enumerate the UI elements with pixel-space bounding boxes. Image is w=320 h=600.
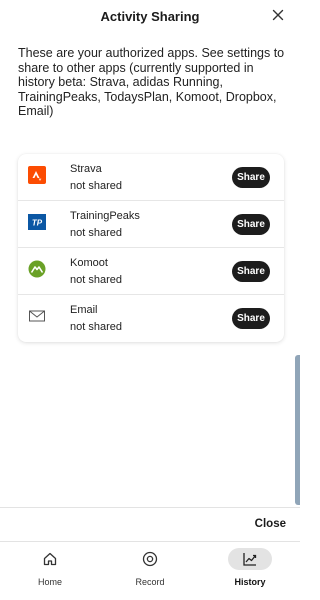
nav-item-home[interactable]: Home <box>10 548 90 596</box>
nav-label: Record <box>135 577 165 587</box>
share-button-trainingpeaks[interactable]: Share <box>232 214 270 235</box>
app-share-status: not shared <box>70 274 122 286</box>
nav-item-record[interactable]: Record <box>110 548 190 596</box>
share-button-komoot[interactable]: Share <box>232 261 270 282</box>
authorized-apps-list: Strava not shared Share TP TrainingPeaks… <box>18 154 284 342</box>
app-name: TrainingPeaks <box>70 210 140 222</box>
dialog-title: Activity Sharing <box>100 9 200 24</box>
trainingpeaks-logo-icon: TP <box>28 214 46 230</box>
app-row-trainingpeaks: TP TrainingPeaks not shared Share <box>18 201 284 248</box>
svg-text:TP: TP <box>32 219 43 228</box>
komoot-logo-icon <box>28 260 46 278</box>
history-chart-icon <box>243 553 257 566</box>
scrollbar-thumb[interactable] <box>295 355 300 505</box>
record-icon <box>142 551 158 567</box>
app-name: Email <box>70 304 98 316</box>
dialog-header: Activity Sharing <box>0 0 300 34</box>
divider <box>0 507 300 508</box>
app-name: Komoot <box>70 257 108 269</box>
app-row-email: Email not shared Share <box>18 295 284 342</box>
intro-text: These are your authorized apps. See sett… <box>18 46 285 118</box>
share-button-email[interactable]: Share <box>232 308 270 329</box>
bottom-navigation: Home Record History <box>0 542 300 600</box>
app-row-strava: Strava not shared Share <box>18 154 284 201</box>
app-name: Strava <box>70 163 102 175</box>
app-row-komoot: Komoot not shared Share <box>18 248 284 295</box>
share-button-strava[interactable]: Share <box>232 167 270 188</box>
envelope-icon <box>29 310 45 322</box>
nav-label: Home <box>37 577 62 587</box>
active-nav-pill <box>228 548 272 570</box>
close-button[interactable]: Close <box>255 518 286 530</box>
app-share-status: not shared <box>70 321 122 333</box>
app-share-status: not shared <box>70 227 122 239</box>
app-share-status: not shared <box>70 180 122 192</box>
strava-logo-icon <box>28 166 46 184</box>
nav-label: History <box>234 577 266 587</box>
home-icon <box>43 552 57 566</box>
nav-item-history[interactable]: History <box>210 548 290 596</box>
close-icon[interactable] <box>270 7 286 23</box>
